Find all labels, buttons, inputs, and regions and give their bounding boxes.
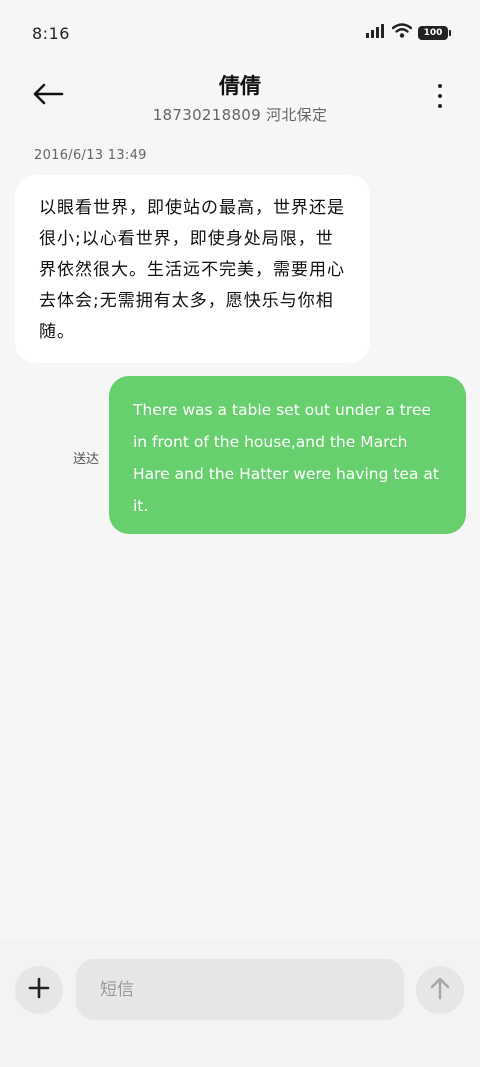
outgoing-message-bubble[interactable]: There was a table set out under a tree i… xyxy=(109,376,466,534)
send-arrow-icon xyxy=(429,976,451,1004)
status-icons: 100 xyxy=(366,23,451,42)
add-attachment-button[interactable] xyxy=(15,966,63,1014)
composer-bar xyxy=(0,938,480,1067)
plus-icon xyxy=(28,977,50,1003)
contact-name: 倩倩 xyxy=(219,74,261,98)
incoming-message-bubble[interactable]: 以眼看世界，即使站の最高，世界还是很小;以心看世界，即使身处局限，世界依然很大。… xyxy=(15,175,370,363)
battery-icon: 100 xyxy=(418,25,451,40)
contact-number-location: 18730218809 河北保定 xyxy=(152,106,328,124)
more-vert-icon xyxy=(438,84,442,88)
message-timestamp: 2016/6/13 13:49 xyxy=(34,148,147,163)
message-input[interactable] xyxy=(76,959,404,1020)
status-time: 8:16 xyxy=(32,24,70,43)
conversation-header: 倩倩 18730218809 河北保定 xyxy=(0,62,480,132)
signal-icon xyxy=(366,23,386,42)
status-bar: 8:16 100 xyxy=(0,0,480,70)
more-options-button[interactable] xyxy=(428,76,452,116)
delivery-status: 送达 xyxy=(73,452,100,467)
send-button[interactable] xyxy=(416,966,464,1014)
wifi-icon xyxy=(391,23,413,42)
